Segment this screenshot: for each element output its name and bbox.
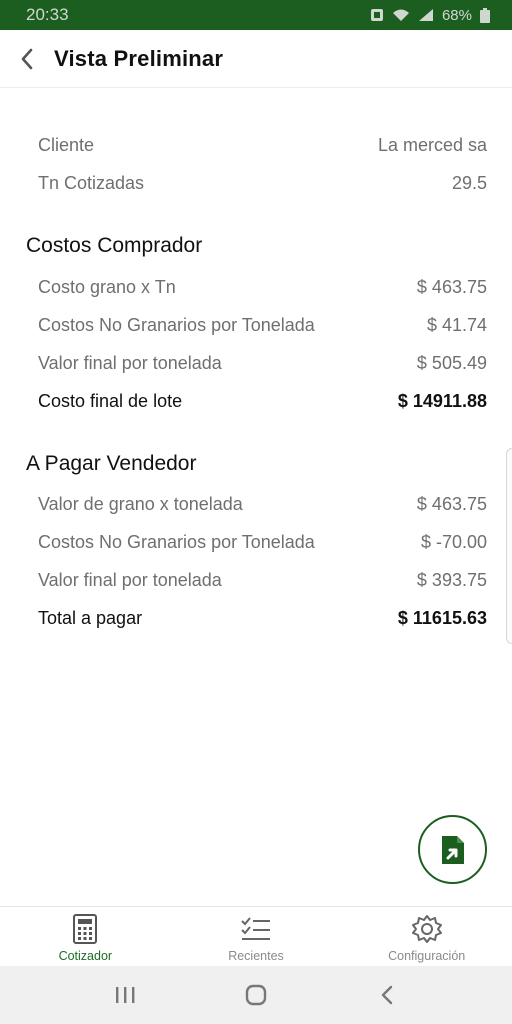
row-label: Cliente (38, 134, 95, 155)
battery-icon (480, 7, 490, 23)
calculator-icon (73, 914, 98, 944)
system-navigation-bar (0, 966, 512, 1024)
row-label: Costo final de lote (38, 390, 183, 411)
status-time: 20:33 (26, 5, 69, 24)
seller-cost-row: Valor de grano x tonelada $ 463.75 (38, 491, 487, 517)
buyer-costs-heading: Costos Comprador (26, 234, 203, 257)
row-value: La merced sa (377, 134, 487, 155)
page-title: Vista Preliminar (54, 45, 224, 71)
buyer-cost-row: Costo grano x Tn $ 463.75 (38, 274, 487, 300)
checklist-icon (241, 917, 270, 940)
seller-payment-heading: A Pagar Vendedor (26, 452, 197, 475)
seller-cost-row: Valor final por tonelada $ 393.75 (38, 567, 487, 593)
row-label: Costos No Granarios por Tonelada (38, 531, 315, 552)
nav-cotizador[interactable]: Cotizador (0, 907, 171, 966)
export-button[interactable] (418, 815, 487, 884)
row-value: $ 463.75 (416, 276, 487, 297)
row-label: Valor final por tonelada (38, 352, 222, 373)
row-label: Costos No Granarios por Tonelada (38, 314, 315, 335)
back-arrow-icon (381, 985, 392, 1005)
row-value: $ 41.74 (426, 314, 487, 335)
buyer-total-row: Costo final de lote $ 14911.88 (38, 388, 487, 414)
nav-label: Cotizador (58, 949, 113, 963)
row-value: $ 463.75 (416, 493, 487, 514)
nav-label: Configuración (388, 949, 466, 963)
export-file-icon (441, 835, 464, 864)
home-button[interactable] (226, 970, 286, 1020)
row-label: Costo grano x Tn (38, 276, 176, 297)
row-label: Valor de grano x tonelada (38, 493, 243, 514)
wifi-icon (392, 9, 409, 21)
gear-icon (411, 915, 442, 943)
row-label: Total a pagar (38, 607, 143, 628)
row-label: Tn Cotizadas (38, 172, 145, 193)
nav-label: Recientes (228, 949, 284, 963)
nav-configuracion[interactable]: Configuración (341, 907, 512, 966)
seller-total-row: Total a pagar $ 11615.63 (38, 605, 487, 631)
bottom-navigation: Cotizador Recientes Configuración (0, 906, 512, 966)
back-button[interactable] (0, 30, 54, 88)
buyer-cost-row: Costos No Granarios por Tonelada $ 41.74 (38, 312, 487, 338)
signal-icon (418, 9, 433, 21)
row-value: $ -70.00 (420, 531, 487, 552)
battery-level: 68% (441, 6, 472, 24)
client-row: Cliente La merced sa (38, 132, 487, 158)
status-bar: 20:33 68% (0, 0, 512, 30)
row-value: 29.5 (451, 172, 487, 193)
scroll-indicator[interactable] (506, 448, 512, 644)
tons-quoted-row: Tn Cotizadas 29.5 (38, 170, 487, 196)
row-value: $ 505.49 (416, 352, 487, 373)
recent-apps-icon (116, 987, 135, 1003)
buyer-cost-row: Valor final por tonelada $ 505.49 (38, 350, 487, 376)
app-bar: Vista Preliminar (0, 30, 512, 88)
status-icons: 68% (370, 7, 490, 24)
recent-apps-button[interactable] (95, 970, 155, 1020)
seller-cost-row: Costos No Granarios por Tonelada $ -70.0… (38, 529, 487, 555)
home-icon (245, 984, 267, 1006)
system-back-button[interactable] (357, 970, 417, 1020)
row-label: Valor final por tonelada (38, 569, 222, 590)
notification-icon (370, 9, 383, 21)
chevron-left-icon (21, 48, 33, 69)
row-value: $ 11615.63 (397, 607, 487, 628)
nav-recientes[interactable]: Recientes (171, 907, 342, 966)
row-value: $ 393.75 (416, 569, 487, 590)
row-value: $ 14911.88 (397, 390, 487, 411)
